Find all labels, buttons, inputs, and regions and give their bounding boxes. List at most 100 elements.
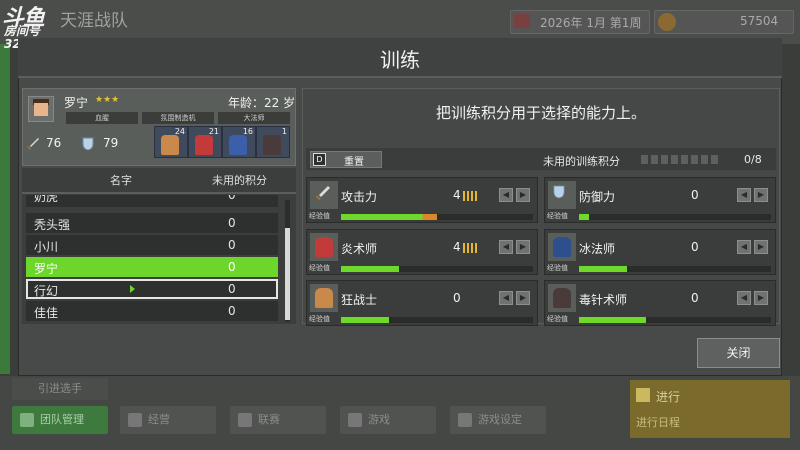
skill-name: 防御力 [579, 190, 616, 204]
roster-row-name: 秃头强 [34, 218, 71, 232]
xp-bar-fill [579, 214, 589, 220]
skill-pip [467, 191, 469, 201]
xp-bar-fill [341, 266, 399, 272]
roster-row-focused[interactable]: 行幻 0 [26, 279, 278, 299]
unused-points-bar [641, 155, 731, 164]
skill-name: 冰法师 [579, 242, 616, 256]
point-segment [671, 155, 678, 164]
player-stars: ★★★ [95, 95, 120, 105]
skill-value: 4 [453, 188, 461, 202]
decrease-button[interactable]: ◀ [499, 291, 513, 305]
roster-row[interactable]: 佳佳 0 [26, 301, 278, 321]
cursor-arrow-icon [130, 285, 135, 293]
roster-scrollbar-thumb[interactable] [285, 228, 290, 320]
tab-league[interactable]: 联赛 [230, 406, 326, 434]
skill-pip [475, 191, 477, 201]
hero-sprite [229, 135, 247, 155]
xp-bar-fill [579, 317, 646, 323]
point-segment [701, 155, 708, 164]
xp-bar [579, 214, 771, 220]
hero-slot[interactable]: 24 [154, 126, 188, 158]
tab-game-settings[interactable]: 游戏设定 [450, 406, 546, 434]
roster-row-selected[interactable]: 罗宁 0 [26, 257, 278, 277]
skill-pip [463, 191, 465, 201]
roster-row[interactable]: 秃头强 0 [26, 213, 278, 233]
roster-column-points: 未用的积分 [212, 174, 267, 187]
roster-row[interactable]: 奶虎 0 [26, 195, 278, 207]
point-segment [661, 155, 668, 164]
hero-sprite [263, 135, 281, 155]
schedule-label: 进行日程 [636, 416, 680, 429]
roster-row[interactable]: 小川 0 [26, 235, 278, 255]
gear-icon [458, 413, 472, 427]
tab-label: 游戏设定 [478, 413, 522, 426]
xp-bar-fill [579, 266, 627, 272]
skill-name: 毒针术师 [579, 293, 628, 307]
sword-icon [310, 181, 338, 209]
decrease-button[interactable]: ◀ [499, 188, 513, 202]
close-button[interactable]: 关闭 [697, 338, 780, 368]
skill-value: 0 [691, 291, 699, 305]
increase-button[interactable]: ▶ [516, 240, 530, 254]
calendar-icon [514, 14, 530, 28]
player-age: 年龄：22 岁 [228, 96, 296, 110]
skill-pips [463, 242, 479, 253]
decrease-button[interactable]: ◀ [737, 240, 751, 254]
skill-value: 4 [453, 240, 461, 254]
xp-label: 经验值 [547, 212, 568, 220]
skill-card: 经验值 冰法师 0 ◀ ▶ [544, 229, 776, 275]
roster-row-name: 佳佳 [34, 306, 59, 320]
increase-button[interactable]: ▶ [754, 188, 768, 202]
roster-row-points: 0 [228, 216, 236, 230]
skill-card: 经验值 毒针术师 0 ◀ ▶ [544, 280, 776, 326]
reset-label: 重置 [344, 157, 364, 168]
recruit-button[interactable]: 引进选手 [12, 378, 108, 400]
tab-business[interactable]: 经营 [120, 406, 216, 434]
decrease-button[interactable]: ◀ [737, 291, 751, 305]
tab-label: 联赛 [258, 413, 280, 426]
decrease-button[interactable]: ◀ [737, 188, 751, 202]
point-segment [711, 155, 718, 164]
reset-key-hint: D [313, 153, 326, 166]
point-segment [691, 155, 698, 164]
trait-badge: 血腥 [66, 112, 138, 124]
unused-points-count: 0/8 [744, 153, 762, 166]
ledger-icon [128, 413, 142, 427]
decrease-button[interactable]: ◀ [499, 240, 513, 254]
roster-column-name: 名字 [110, 174, 132, 187]
team-icon [20, 413, 34, 427]
hero-slot[interactable]: 1 [256, 126, 290, 158]
increase-button[interactable]: ▶ [516, 291, 530, 305]
team-name: 天涯战队 [60, 11, 128, 31]
divider [22, 192, 296, 194]
skill-name: 攻击力 [341, 190, 378, 204]
tab-label: 团队管理 [40, 413, 84, 426]
skill-pip [475, 243, 477, 253]
roster-row-points: 0 [228, 195, 236, 202]
skill-value: 0 [691, 188, 699, 202]
instruction-text: 把训练积分用于选择的能力上。 [435, 104, 646, 122]
xp-label: 经验值 [309, 212, 330, 220]
proceed-label: 进行 [656, 390, 681, 404]
coin-icon [658, 13, 676, 31]
tab-team-management[interactable]: 团队管理 [12, 406, 108, 434]
increase-button[interactable]: ▶ [754, 291, 768, 305]
berserker-icon [310, 284, 338, 312]
point-segment [651, 155, 658, 164]
date-label: 2026年 1月 第1周 [540, 16, 642, 30]
tab-game[interactable]: 游戏 [340, 406, 436, 434]
hero-slot[interactable]: 21 [188, 126, 222, 158]
roster-row-name: 行幻 [34, 284, 59, 298]
increase-button[interactable]: ▶ [516, 188, 530, 202]
skill-value: 0 [453, 291, 461, 305]
skill-card: 经验值 攻击力 4 ◀ ▶ [306, 177, 538, 223]
roster-row-points: 0 [228, 260, 236, 274]
sword-icon [27, 138, 39, 150]
avatar [28, 96, 54, 122]
increase-button[interactable]: ▶ [754, 240, 768, 254]
money-value: 57504 [740, 14, 779, 28]
skill-pip [467, 243, 469, 253]
skill-name: 炎术师 [341, 242, 378, 256]
hero-slot[interactable]: 16 [222, 126, 256, 158]
unused-points-label: 未用的训练积分 [543, 155, 620, 168]
